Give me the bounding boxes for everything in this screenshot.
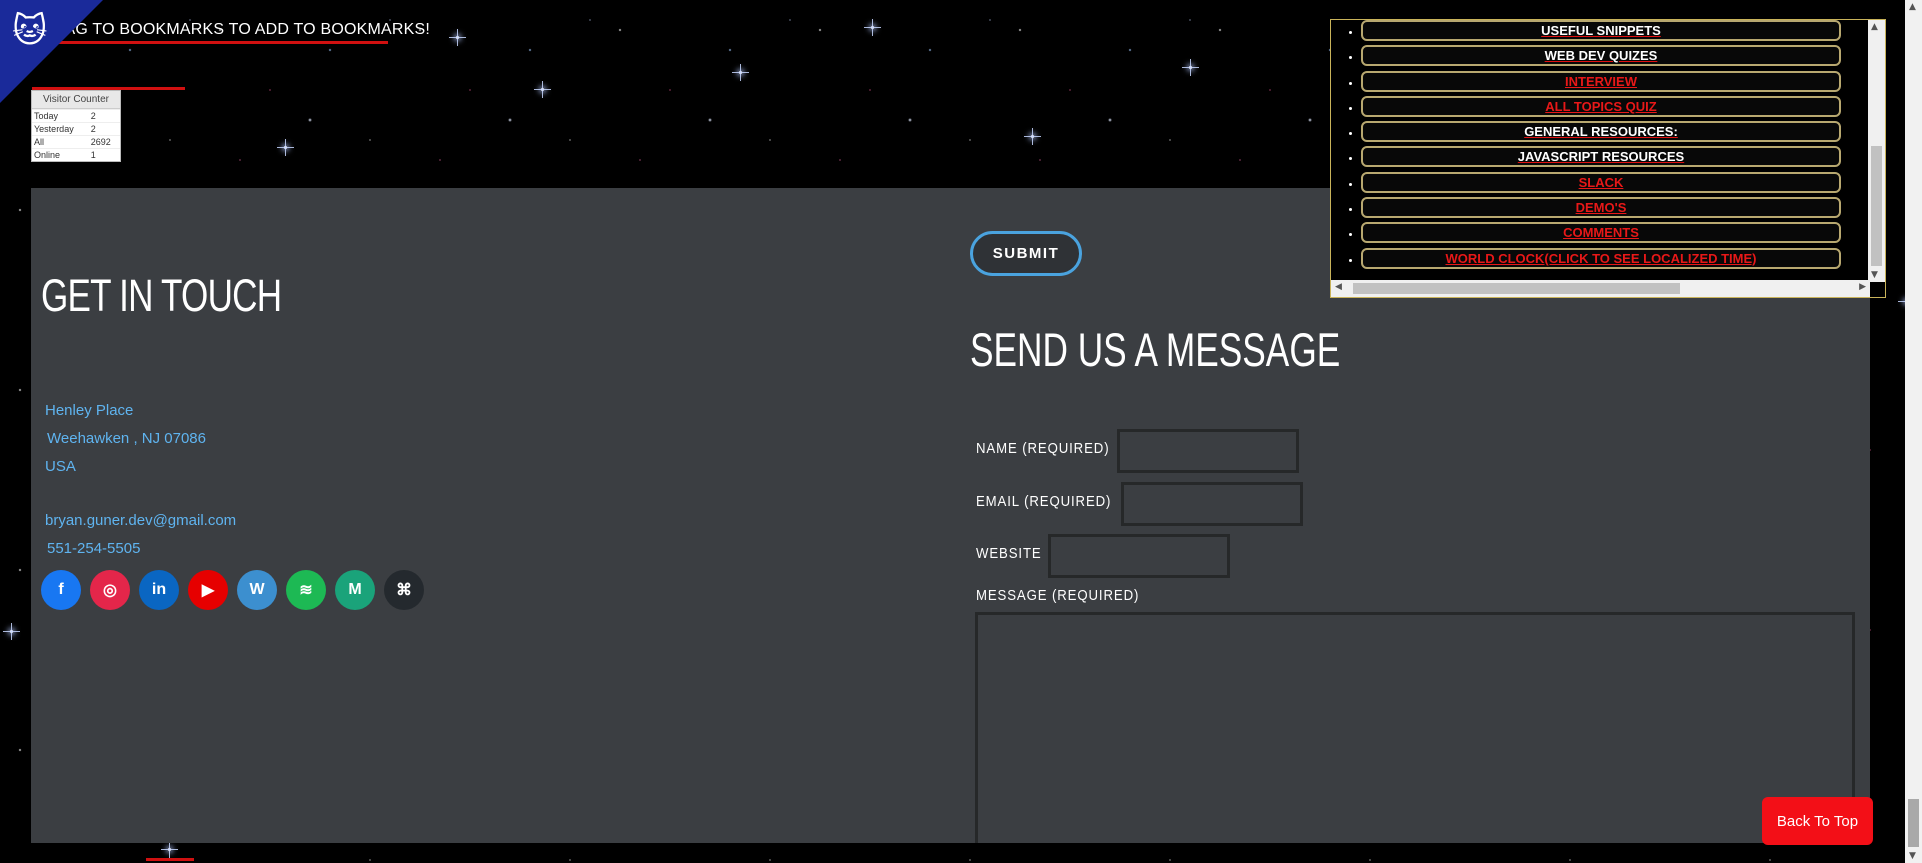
address-country[interactable]: USA xyxy=(45,458,76,475)
nav-list-item: ALL TOPICS QUIZ xyxy=(1361,95,1885,117)
address-line2[interactable]: Weehawken , NJ 07086 xyxy=(47,430,206,447)
counter-label: Yesterday xyxy=(32,122,89,136)
star xyxy=(534,81,551,98)
nav-hscroll-thumb[interactable] xyxy=(1353,283,1680,294)
star xyxy=(864,19,881,36)
contact-email-link[interactable]: bryan.guner.dev@gmail.com xyxy=(45,512,236,529)
nav-link[interactable]: COMMENTS xyxy=(1361,222,1841,244)
medium-icon[interactable]: M xyxy=(335,570,375,610)
nav-scroll-thumb[interactable] xyxy=(1871,146,1882,266)
nav-link[interactable]: USEFUL SNIPPETS xyxy=(1361,20,1841,41)
submit-button[interactable]: SUBMIT xyxy=(970,231,1082,276)
counter-label: All xyxy=(32,135,89,149)
website-field[interactable] xyxy=(1048,534,1230,578)
scroll-up-arrow-icon[interactable]: ▲ xyxy=(1871,22,1878,32)
counter-row: Online 1 xyxy=(32,148,120,161)
nav-link[interactable]: WORLD CLOCK(CLICK TO SEE LOCALIZED TIME) xyxy=(1361,247,1841,269)
cat-logo-icon[interactable]: 🐱 xyxy=(12,14,47,48)
nav-list: USEFUL SNIPPETS WEB DEV QUIZES INTERVIEW AL… xyxy=(1331,20,1885,269)
star xyxy=(1024,128,1041,145)
page-scroll-down-icon[interactable]: ▼ xyxy=(1909,851,1916,861)
nav-list-item: INTERVIEW xyxy=(1361,70,1885,92)
counter-label: Online xyxy=(32,148,89,161)
linkedin-icon[interactable]: in xyxy=(139,570,179,610)
spotify-icon[interactable]: ≋ xyxy=(286,570,326,610)
back-to-top-button[interactable]: Back To Top xyxy=(1762,797,1873,845)
bookmark-nav-menu[interactable]: USEFUL SNIPPETS WEB DEV QUIZES INTERVIEW AL… xyxy=(1330,19,1886,298)
wordpress-icon[interactable]: W xyxy=(237,570,277,610)
nav-list-item: WEB DEV QUIZES xyxy=(1361,45,1885,67)
facebook-icon[interactable]: f xyxy=(41,570,81,610)
nav-link[interactable]: SLACK xyxy=(1361,171,1841,193)
github-icon[interactable]: ⌘ xyxy=(384,570,424,610)
counter-value: 2 xyxy=(88,122,120,136)
address-line1[interactable]: Henley Place xyxy=(45,402,133,419)
nav-link[interactable]: INTERVIEW xyxy=(1361,70,1841,92)
banner-underline xyxy=(58,41,388,44)
counter-row: All 2692 xyxy=(32,135,120,149)
scroll-right-arrow-icon[interactable]: ▶ xyxy=(1859,282,1866,292)
star xyxy=(449,29,466,46)
nav-list-item: GENERAL RESOURCES: xyxy=(1361,121,1885,143)
message-textarea[interactable] xyxy=(975,612,1855,843)
nav-list-item: WORLD CLOCK(CLICK TO SEE LOCALIZED TIME) xyxy=(1361,247,1885,269)
star xyxy=(3,623,20,640)
star xyxy=(161,841,178,858)
nav-list-item: USEFUL SNIPPETS xyxy=(1361,20,1885,41)
star xyxy=(1182,59,1199,76)
nav-link[interactable]: WEB DEV QUIZES xyxy=(1361,45,1841,67)
nav-link[interactable]: DEMO'S xyxy=(1361,197,1841,219)
page-scrollbar[interactable]: ▲ ▼ xyxy=(1905,0,1922,863)
nav-list-item: DEMO'S xyxy=(1361,197,1885,219)
scroll-down-arrow-icon[interactable]: ▼ xyxy=(1871,270,1878,280)
star xyxy=(277,139,294,156)
send-message-heading: SEND US A MESSAGE xyxy=(970,323,1341,376)
get-in-touch-heading: GET IN TOUCH xyxy=(41,270,282,321)
counter-row: Yesterday 2 xyxy=(32,122,120,136)
nav-horizontal-scrollbar[interactable]: ◀ ▶ xyxy=(1331,280,1870,297)
name-field[interactable] xyxy=(1117,429,1299,473)
counter-row: Today 2 xyxy=(32,109,120,123)
footer-red-line xyxy=(146,858,194,861)
counter-value: 2692 xyxy=(88,135,120,149)
nav-list-item: SLACK xyxy=(1361,171,1885,193)
nav-link[interactable]: ALL TOPICS QUIZ xyxy=(1361,95,1841,117)
name-label: NAME (REQUIRED) xyxy=(976,440,1110,457)
counter-value: 1 xyxy=(88,148,120,161)
website-label: WEBSITE xyxy=(976,545,1042,562)
nav-link[interactable]: JAVASCRIPT RESOURCES xyxy=(1361,146,1841,168)
message-label: MESSAGE (REQUIRED) xyxy=(976,587,1140,604)
star xyxy=(732,64,749,81)
page-scroll-thumb[interactable] xyxy=(1908,799,1919,847)
counter-label: Today xyxy=(32,109,89,123)
youtube-icon[interactable]: ▶ xyxy=(188,570,228,610)
counter-value: 2 xyxy=(88,109,120,123)
nav-link[interactable]: GENERAL RESOURCES: xyxy=(1361,121,1841,143)
email-field[interactable] xyxy=(1121,482,1303,526)
nav-vertical-scrollbar[interactable]: ▲ ▼ xyxy=(1868,20,1885,282)
email-label: EMAIL (REQUIRED) xyxy=(976,493,1112,510)
instagram-icon[interactable]: ◎ xyxy=(90,570,130,610)
nav-list-item: JAVASCRIPT RESOURCES xyxy=(1361,146,1885,168)
nav-list-item: COMMENTS xyxy=(1361,222,1885,244)
contact-phone-link[interactable]: 551-254-5505 xyxy=(47,540,140,557)
page-scroll-up-icon[interactable]: ▲ xyxy=(1909,2,1916,12)
scroll-left-arrow-icon[interactable]: ◀ xyxy=(1335,282,1342,292)
